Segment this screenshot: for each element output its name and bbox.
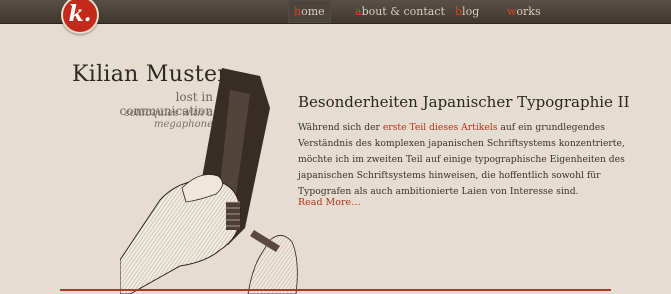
nav-blog[interactable]: blog <box>455 0 479 23</box>
post-excerpt-rest: auf ein grundlegendes Verständnis des ko… <box>298 122 625 197</box>
nav-home-label: ome <box>301 5 325 18</box>
first-part-article-link[interactable]: erste Teil dieses Artikels <box>383 122 498 133</box>
site-logo[interactable]: k. <box>61 0 99 34</box>
nav-about-label: bout & contact <box>361 5 445 18</box>
nav-blog-label: log <box>462 5 480 18</box>
nav-home[interactable]: home <box>288 0 331 23</box>
section-divider <box>60 289 611 291</box>
hand-with-megaphone-illustration <box>120 68 298 294</box>
nav-blog-initial: b <box>455 5 463 18</box>
post-excerpt: Während sich der erste Teil dieses Artik… <box>298 120 633 200</box>
nav-about-contact[interactable]: about & contact <box>355 0 445 23</box>
nav-works-label: orks <box>516 5 541 18</box>
top-nav-bar <box>0 0 671 24</box>
post-excerpt-intro: Während sich der <box>298 122 383 133</box>
read-more-link[interactable]: Read More… <box>298 197 361 208</box>
nav-works-initial: w <box>507 5 517 18</box>
post-title[interactable]: Besonderheiten Japanischer Typographie I… <box>298 93 638 111</box>
nav-works[interactable]: works <box>507 0 541 23</box>
